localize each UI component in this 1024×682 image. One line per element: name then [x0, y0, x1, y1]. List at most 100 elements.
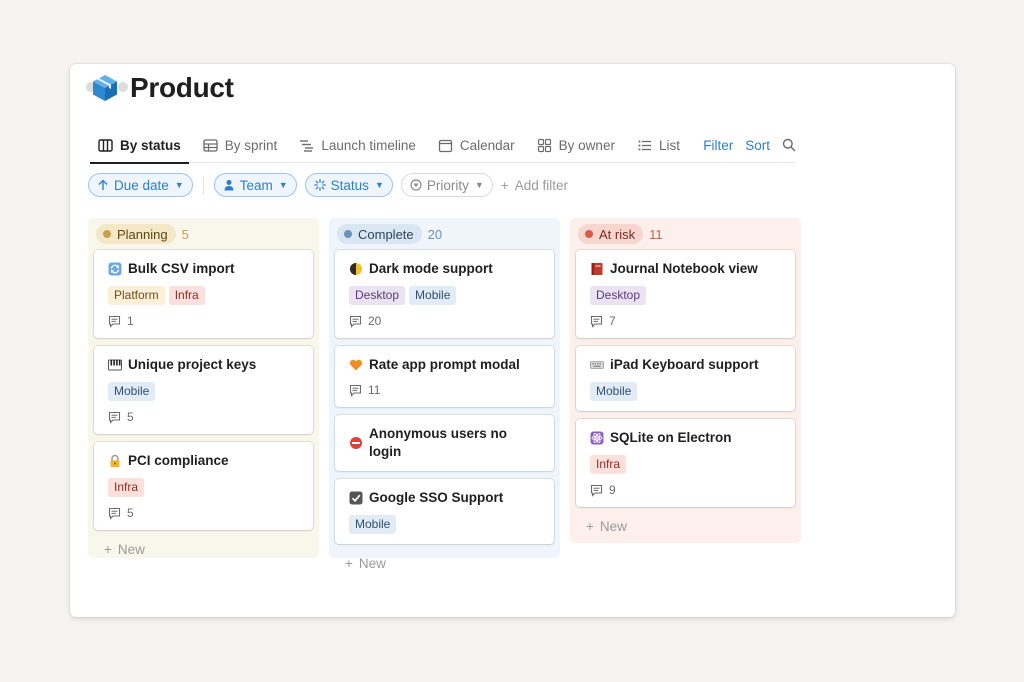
lock-icon: [110, 454, 120, 468]
comment-count: 5: [108, 506, 301, 520]
card-title: Bulk CSV import: [108, 260, 301, 278]
card[interactable]: Bulk CSV import Platform Infra 1: [94, 250, 313, 338]
view-actions: Filter Sort: [703, 138, 796, 153]
add-filter-button[interactable]: + Add filter: [501, 178, 568, 193]
tab-list[interactable]: List: [629, 128, 688, 163]
comment-number: 9: [609, 483, 616, 497]
table-icon: [203, 138, 218, 152]
comment-icon: [590, 484, 603, 497]
tab-launch-timeline[interactable]: Launch timeline: [291, 128, 424, 163]
new-card-button[interactable]: + New: [335, 552, 554, 575]
tab-by-sprint[interactable]: By sprint: [195, 128, 286, 163]
card-tags: Mobile: [108, 382, 301, 401]
comment-count: 5: [108, 410, 301, 424]
comment-number: 5: [127, 410, 134, 424]
card[interactable]: iPad Keyboard support Mobile: [576, 346, 795, 411]
card-title: Google SSO Support: [349, 489, 542, 507]
card[interactable]: Rate app prompt modal 11: [335, 346, 554, 407]
status-pill[interactable]: At risk: [578, 224, 644, 244]
status-dot: [344, 230, 352, 238]
card-tags: Desktop Mobile: [349, 286, 542, 305]
card-title-text: Journal Notebook view: [610, 261, 758, 276]
card[interactable]: Unique project keys Mobile 5: [94, 346, 313, 434]
card-title-text: Bulk CSV import: [128, 261, 235, 276]
list-icon: [638, 140, 651, 150]
search-icon[interactable]: [782, 138, 796, 152]
card-tags: Mobile: [349, 515, 542, 534]
column-count: 20: [427, 226, 443, 242]
priority-icon: [410, 179, 422, 191]
comment-icon: [590, 315, 603, 328]
card-title-text: PCI compliance: [128, 453, 229, 468]
loading-icon: [313, 179, 326, 191]
comment-icon: [108, 411, 121, 424]
status-pill[interactable]: Complete: [337, 224, 422, 244]
card-title: Anonymous users no login: [349, 425, 542, 461]
status-label: Planning: [117, 226, 168, 242]
moon-icon: [350, 263, 362, 275]
card-title: Rate app prompt modal: [349, 356, 542, 374]
chip-label: Priority: [426, 177, 469, 193]
chevron-down-icon: ▼: [474, 180, 484, 190]
filter-chip-status[interactable]: Status ▼: [304, 173, 393, 197]
comment-count: 9: [590, 483, 783, 497]
card[interactable]: SQLite on Electron Infra 9: [576, 419, 795, 507]
sort-chip-due-date[interactable]: Due date ▼: [88, 173, 193, 197]
new-card-button[interactable]: + New: [94, 538, 313, 561]
card-tags: Infra: [590, 455, 783, 474]
plus-icon: +: [500, 177, 509, 193]
card-title: Journal Notebook view: [590, 260, 783, 278]
divider: [202, 176, 204, 194]
comment-number: 20: [368, 314, 382, 328]
column-at-risk: At risk 11 Journal Notebook view Desktop…: [570, 218, 801, 543]
card-title-text: Unique project keys: [128, 357, 257, 372]
new-card-button[interactable]: + New: [576, 515, 795, 538]
gallery-icon: [537, 138, 551, 152]
chevron-down-icon: ▼: [278, 180, 288, 190]
filter-bar: Due date ▼ Team ▼ Status ▼ Priority ▼ + …: [88, 173, 568, 197]
card-tags: Desktop: [590, 286, 783, 305]
view-tabs: By status By sprint Launch timeline Cale…: [90, 128, 796, 164]
card-tags: Infra: [108, 478, 301, 497]
comment-count: 20: [349, 314, 542, 328]
filter-button[interactable]: Filter: [703, 138, 733, 153]
card[interactable]: Journal Notebook view Desktop 7: [576, 250, 795, 338]
comment-count: 7: [590, 314, 783, 328]
chip-label: Team: [239, 177, 273, 193]
tab-calendar[interactable]: Calendar: [430, 128, 523, 163]
tag: Infra: [590, 455, 627, 474]
tag: Desktop: [590, 286, 647, 305]
card[interactable]: Dark mode support Desktop Mobile 20: [335, 250, 554, 338]
card[interactable]: PCI compliance Infra 5: [94, 442, 313, 530]
no-entry-icon: [350, 437, 362, 449]
tab-by-owner[interactable]: By owner: [529, 128, 623, 163]
tag: Mobile: [108, 382, 156, 401]
tab-label: Calendar: [459, 137, 515, 153]
book-icon: [591, 263, 603, 275]
comment-number: 7: [609, 314, 616, 328]
comment-number: 5: [127, 506, 134, 520]
sort-button[interactable]: Sort: [745, 138, 770, 153]
page-title: Product: [130, 72, 234, 103]
new-label: New: [358, 556, 386, 571]
column-header: At risk 11: [578, 224, 795, 244]
status-dot: [585, 230, 593, 238]
checkbox-icon: [349, 491, 363, 505]
filter-chip-team[interactable]: Team ▼: [213, 173, 297, 197]
card[interactable]: Google SSO Support Mobile: [335, 479, 554, 544]
card[interactable]: Anonymous users no login: [335, 415, 554, 471]
new-label: New: [599, 519, 627, 534]
tab-by-status[interactable]: By status: [90, 128, 189, 164]
comment-number: 11: [368, 383, 381, 397]
refresh-icon: [108, 262, 122, 276]
column-header: Complete 20: [337, 224, 554, 244]
column-count: 11: [649, 226, 663, 242]
status-pill[interactable]: Planning: [96, 224, 176, 244]
piano-icon: [108, 359, 122, 371]
tag: Mobile: [409, 286, 457, 305]
filter-chip-priority[interactable]: Priority ▼: [400, 173, 493, 197]
comment-icon: [108, 507, 121, 520]
card-title-text: Anonymous users no login: [369, 426, 508, 459]
card-title: iPad Keyboard support: [590, 356, 783, 374]
comment-icon: [349, 315, 362, 328]
